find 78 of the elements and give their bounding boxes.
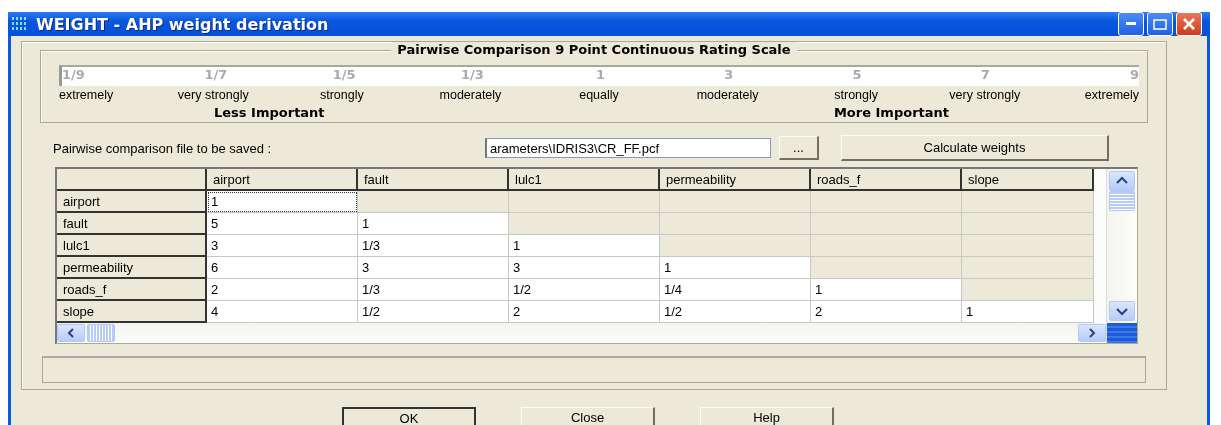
table-cell[interactable]: 5 xyxy=(207,213,358,235)
scale-value: 5 xyxy=(851,67,863,84)
table-cell[interactable]: 1/3 xyxy=(358,279,509,301)
table-cell[interactable]: 3 xyxy=(358,257,509,279)
table-cell[interactable]: 3 xyxy=(509,257,660,279)
scale-value: 3 xyxy=(723,67,735,84)
table-cell[interactable]: 1/4 xyxy=(660,279,811,301)
row-header[interactable]: slope xyxy=(57,301,207,323)
table-cell[interactable]: 2 xyxy=(811,301,962,323)
scroll-left-button[interactable] xyxy=(57,324,85,342)
table-cell[interactable]: 1 xyxy=(811,279,962,301)
table-cell[interactable]: 3 xyxy=(207,235,358,257)
dialog-button[interactable]: Help xyxy=(700,407,834,425)
more-important-label: More Important xyxy=(833,105,949,120)
column-header[interactable]: fault xyxy=(358,169,509,191)
window-title: WEIGHT - AHP weight derivation xyxy=(36,14,330,34)
scale-label: equally xyxy=(578,88,620,102)
file-label: Pairwise comparison file to be saved : xyxy=(53,140,273,156)
scroll-up-button[interactable] xyxy=(1109,171,1135,191)
table-cell[interactable]: 1/3 xyxy=(358,235,509,257)
table-cell[interactable]: 2 xyxy=(207,279,358,301)
size-grip xyxy=(1107,323,1137,343)
table-cell[interactable]: 6 xyxy=(207,257,358,279)
maximize-button[interactable] xyxy=(1147,12,1173,36)
horizontal-scrollbar[interactable] xyxy=(57,323,1106,343)
scale-value: 1/7 xyxy=(203,67,229,84)
column-header[interactable]: roads_f xyxy=(811,169,962,191)
dialog-button[interactable]: OK xyxy=(342,407,476,425)
scale-value: 9 xyxy=(1129,67,1140,84)
table-cell[interactable]: 1 xyxy=(660,257,811,279)
scroll-thumb[interactable] xyxy=(1109,191,1135,211)
vertical-scrollbar[interactable] xyxy=(1106,169,1137,343)
table-cell[interactable]: 2 xyxy=(509,301,660,323)
scale-value: 1/5 xyxy=(331,67,357,84)
table-cell[interactable]: 1 xyxy=(207,191,358,213)
browse-button[interactable]: ... xyxy=(779,136,819,160)
maximize-icon xyxy=(1153,18,1167,30)
row-header[interactable]: fault xyxy=(57,213,207,235)
calculate-weights-button[interactable]: Calculate weights xyxy=(841,135,1109,161)
scale-label: moderately xyxy=(438,88,503,102)
scale-label: extremely xyxy=(59,88,115,102)
row-header[interactable]: lulc1 xyxy=(57,235,207,257)
scale-label: strongly xyxy=(833,88,880,102)
row-header[interactable]: permeability xyxy=(57,257,207,279)
close-button[interactable] xyxy=(1176,12,1202,36)
scale-label: moderately xyxy=(695,88,760,102)
column-header[interactable]: slope xyxy=(962,169,1094,191)
dialog-button[interactable]: Close xyxy=(521,407,655,425)
table-cell[interactable]: 4 xyxy=(207,301,358,323)
column-header[interactable]: airport xyxy=(207,169,358,191)
table-cell[interactable]: 1 xyxy=(358,213,509,235)
row-header[interactable]: airport xyxy=(57,191,207,213)
column-header[interactable]: permeability xyxy=(660,169,811,191)
scale-value: 7 xyxy=(979,67,991,84)
scroll-down-button[interactable] xyxy=(1109,301,1135,321)
column-header[interactable]: lulc1 xyxy=(509,169,660,191)
group-title: Pairwise Comparison 9 Point Continuous Rating Scale xyxy=(391,42,797,57)
scroll-right-button[interactable] xyxy=(1078,324,1106,342)
scale-value: 1/3 xyxy=(459,67,485,84)
table-cell[interactable]: 1/2 xyxy=(358,301,509,323)
scale-label: extremely xyxy=(1083,88,1140,102)
table-cell[interactable]: 1 xyxy=(509,235,660,257)
scale-value: 1/9 xyxy=(62,67,86,84)
scale-value: 1 xyxy=(595,67,607,84)
scale-label: very strongly xyxy=(948,88,1022,102)
minimize-icon xyxy=(1126,22,1136,26)
table-cell[interactable]: 1/2 xyxy=(660,301,811,323)
close-icon xyxy=(1182,17,1196,31)
scale-label: strongly xyxy=(318,88,365,102)
table-cell[interactable]: 1 xyxy=(962,301,1094,323)
minimize-button[interactable] xyxy=(1118,12,1144,36)
app-icon xyxy=(12,17,28,31)
less-important-label: Less Important xyxy=(214,105,325,120)
scale-label: very strongly xyxy=(176,88,250,102)
scroll-thumb[interactable] xyxy=(87,324,115,342)
row-header[interactable]: roads_f xyxy=(57,279,207,301)
table-cell[interactable]: 1/2 xyxy=(509,279,660,301)
file-path-field[interactable]: arameters\IDRIS3\CR_FF.pcf xyxy=(485,138,771,158)
